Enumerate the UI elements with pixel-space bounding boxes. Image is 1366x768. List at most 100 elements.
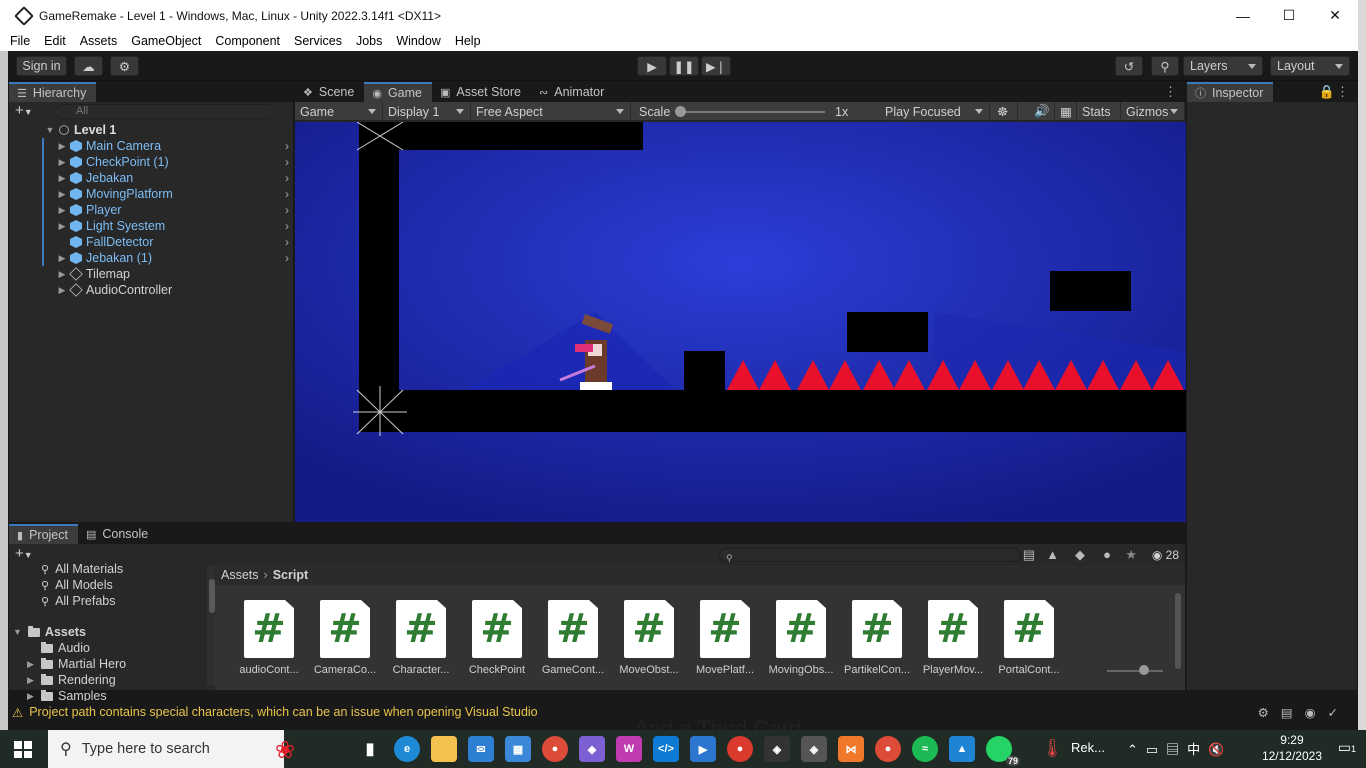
audio-icon[interactable]: 🔊 xyxy=(1029,102,1055,121)
lock-icon[interactable]: 🔒 xyxy=(1319,84,1335,100)
panel-menu-icon[interactable]: ⋮ xyxy=(1164,84,1177,100)
tab-project[interactable]: ▮ Project xyxy=(9,524,78,544)
expand-arrow-icon[interactable]: ▶ xyxy=(57,173,67,184)
add-icon[interactable]: +▼ xyxy=(15,545,33,562)
project-tree-item[interactable]: ⚲ All Materials xyxy=(41,561,123,577)
hierarchy-item[interactable]: ▶ Main Camera › xyxy=(57,138,293,154)
warning-filter-icon[interactable]: ● xyxy=(1103,547,1111,562)
play-focused-dropdown[interactable]: Play Focused xyxy=(880,102,990,121)
pause-button[interactable]: ❚❚ xyxy=(669,56,699,76)
notification-icon[interactable]: ▭1 xyxy=(1338,739,1356,756)
play-button[interactable]: ▶ xyxy=(637,56,667,76)
expand-arrow-icon[interactable]: ▶ xyxy=(27,691,41,702)
zoom-slider[interactable] xyxy=(1107,670,1163,672)
video-editor-icon[interactable]: ▶ xyxy=(690,736,716,762)
hierarchy-item[interactable]: ▶ Jebakan › xyxy=(57,170,293,186)
bug-icon[interactable]: ☸ xyxy=(992,102,1018,121)
aspect-dropdown[interactable]: Free Aspect xyxy=(471,102,631,121)
menu-assets[interactable]: Assets xyxy=(80,34,118,48)
layers-dropdown[interactable]: Layers xyxy=(1183,56,1263,76)
weather-label[interactable]: Rek... xyxy=(1071,740,1105,755)
hierarchy-item[interactable]: ▶ AudioController xyxy=(57,282,293,298)
store-icon[interactable]: ▦ xyxy=(505,736,531,762)
expand-arrow-icon[interactable]: ▶ xyxy=(57,141,67,152)
tab-asset-store[interactable]: ▣ Asset Store xyxy=(432,82,531,102)
tab-inspector[interactable]: ⓘ Inspector xyxy=(1187,82,1274,102)
hierarchy-item[interactable]: ▶ Jebakan (1) › xyxy=(57,250,293,266)
project-tree-item[interactable]: ⚲ All Models xyxy=(41,577,113,593)
expand-arrow-icon[interactable]: ▶ xyxy=(27,659,41,670)
expand-arrow-icon[interactable]: ▶ xyxy=(57,157,67,168)
search-icon[interactable]: ⚲ xyxy=(1151,56,1179,76)
close-button[interactable]: ✕ xyxy=(1312,0,1358,31)
menu-component[interactable]: Component xyxy=(215,34,280,48)
stats-button[interactable]: Stats xyxy=(1077,102,1121,121)
scrollbar[interactable] xyxy=(1175,593,1181,669)
obsidian-icon[interactable]: ◆ xyxy=(579,736,605,762)
chevron-right-icon[interactable]: › xyxy=(285,187,289,201)
menu-help[interactable]: Help xyxy=(455,34,481,48)
layout-dropdown[interactable]: Layout xyxy=(1270,56,1350,76)
taskbar-search-input[interactable]: ⚲ Type here to search xyxy=(48,730,284,768)
hidden-count[interactable]: ◉ 28 xyxy=(1152,548,1179,562)
paint-icon[interactable]: ▲ xyxy=(949,736,975,762)
project-tree-item[interactable]: ▼ Assets xyxy=(13,624,86,640)
expand-arrow-icon[interactable]: ▶ xyxy=(57,269,67,280)
tab-game[interactable]: ◉ Game xyxy=(364,82,432,102)
scale-slider-thumb[interactable] xyxy=(675,106,686,117)
menu-services[interactable]: Services xyxy=(294,34,342,48)
tab-hierarchy[interactable]: ☰ Hierarchy xyxy=(9,82,97,102)
zoom-slider-thumb[interactable] xyxy=(1139,665,1149,675)
search-in-icon[interactable]: ▤ xyxy=(1023,547,1035,563)
add-icon[interactable]: +▼ xyxy=(15,102,33,119)
whatsapp-icon[interactable]: 79 xyxy=(986,736,1020,766)
menu-gameobject[interactable]: GameObject xyxy=(131,34,201,48)
hierarchy-search-input[interactable]: All xyxy=(55,104,275,119)
file-explorer-icon[interactable] xyxy=(431,736,457,762)
expand-arrow-icon[interactable]: ▶ xyxy=(57,189,67,200)
script-asset[interactable]: # PartikelCon... xyxy=(839,600,915,676)
menu-edit[interactable]: Edit xyxy=(44,34,66,48)
history-icon[interactable]: ↺ xyxy=(1115,56,1143,76)
project-tree-item[interactable]: ⚲ All Prefabs xyxy=(41,593,116,609)
windows-start-icon[interactable] xyxy=(14,741,32,758)
script-asset[interactable]: # MovePlatf... xyxy=(687,600,763,676)
script-asset[interactable]: # PortalCont... xyxy=(991,600,1067,676)
hierarchy-item[interactable]: ▶ Player › xyxy=(57,202,293,218)
hierarchy-item[interactable]: ▶ Tilemap xyxy=(57,266,293,282)
unity-hub-icon[interactable]: ◈ xyxy=(764,736,790,762)
chevron-right-icon[interactable]: › xyxy=(285,235,289,249)
script-asset[interactable]: # audioCont... xyxy=(231,600,307,676)
signin-button[interactable]: Sign in xyxy=(16,56,67,76)
project-tree-item[interactable]: Audio xyxy=(27,640,90,656)
expand-arrow-icon[interactable]: ▶ xyxy=(57,253,67,264)
mail-icon[interactable]: ✉ xyxy=(468,736,494,762)
chevron-right-icon[interactable]: › xyxy=(285,139,289,153)
spotify-icon[interactable]: ≈ xyxy=(912,736,938,762)
script-asset[interactable]: # MoveObst... xyxy=(611,600,687,676)
tab-animator[interactable]: ∾ Animator xyxy=(531,82,614,102)
expand-arrow-icon[interactable]: ▶ xyxy=(57,285,67,296)
chevron-right-icon[interactable]: › xyxy=(285,171,289,185)
breadcrumb-script[interactable]: Script xyxy=(273,568,308,582)
menu-jobs[interactable]: Jobs xyxy=(356,34,382,48)
breadcrumb-assets[interactable]: Assets xyxy=(221,568,259,582)
menu-window[interactable]: Window xyxy=(396,34,440,48)
chrome-icon[interactable]: ● xyxy=(875,736,901,762)
expand-arrow-icon[interactable]: ▼ xyxy=(45,125,55,135)
clock[interactable]: 9:29 12/12/2023 xyxy=(1262,732,1322,764)
hierarchy-item[interactable]: ▶ Light Syestem › xyxy=(57,218,293,234)
label-filter-icon[interactable]: ◆ xyxy=(1075,547,1085,563)
step-button[interactable]: ▶❘ xyxy=(701,56,731,76)
expand-arrow-icon[interactable]: ▶ xyxy=(27,675,41,686)
project-search-input[interactable]: ⚲ xyxy=(719,548,1021,563)
cloud-icon[interactable]: ☁ xyxy=(74,56,103,76)
project-tree-item[interactable]: ▶ Rendering xyxy=(27,672,116,688)
chevron-right-icon[interactable]: › xyxy=(285,155,289,169)
vscode-icon[interactable]: </> xyxy=(653,736,679,762)
gizmos-dropdown[interactable]: Gizmos xyxy=(1121,102,1185,121)
xampp-icon[interactable]: ⋈ xyxy=(838,736,864,762)
hierarchy-item[interactable]: FallDetector › xyxy=(57,234,293,250)
expand-arrow-icon[interactable]: ▶ xyxy=(57,205,67,216)
script-asset[interactable]: # GameCont... xyxy=(535,600,611,676)
